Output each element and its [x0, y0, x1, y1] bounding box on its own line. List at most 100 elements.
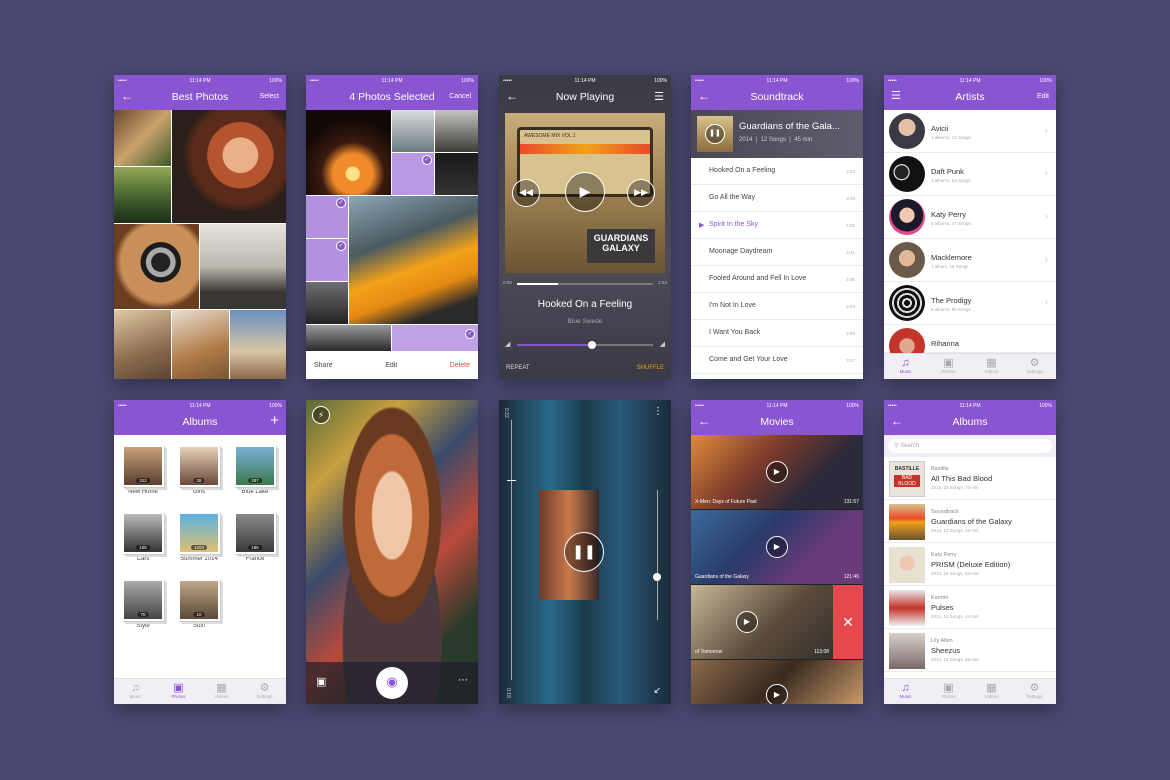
photo-selected-2[interactable]: ✓ [306, 196, 348, 238]
play-icon[interactable]: ▶ [766, 461, 788, 483]
tab-photos[interactable]: ▣ Photos [157, 679, 200, 704]
photo-building[interactable] [230, 310, 286, 379]
menu-icon[interactable]: ☰ [654, 90, 664, 103]
album-item[interactable]: 186 France [232, 512, 278, 562]
movie-row[interactable]: ▶ [691, 660, 863, 704]
song-row[interactable]: Come and Get Your Love 3:27 [691, 347, 863, 374]
artist-row[interactable]: Avicii 1 albums, 12 Songs › [884, 110, 1056, 153]
album-row[interactable]: BASTILLE BAD BLOOD Bastille All This Bad … [884, 457, 1056, 500]
tab-videos[interactable]: ▦ Videos [970, 354, 1013, 379]
tab-music[interactable]: ♫ Music [884, 354, 927, 379]
tab-settings[interactable]: ⚙ Settings [1013, 679, 1056, 704]
shutter-button[interactable]: ◉ [376, 667, 408, 699]
album-row[interactable]: Karmin Pulses 2014, 12 Songs, 44 min [884, 586, 1056, 629]
album-row[interactable]: Katy Perry PRISM (Deluxe Edition) 2013, … [884, 543, 1056, 586]
song-row[interactable]: Go All the Way 3:25 [691, 185, 863, 212]
tab-videos[interactable]: ▦ Videos [970, 679, 1013, 704]
album-item[interactable]: 28 Girls [176, 445, 222, 495]
tab-photos[interactable]: ▣ Photos [927, 679, 970, 704]
delete-button[interactable]: Delete [450, 362, 470, 369]
shuffle-button[interactable]: SHUFFLE [637, 365, 664, 371]
play-icon[interactable]: ▶ [766, 684, 788, 704]
tab-photos[interactable]: ▣ Photos [927, 354, 970, 379]
tab-music[interactable]: ♫ Music [114, 679, 157, 704]
tab-settings[interactable]: ⚙ Settings [243, 679, 286, 704]
movie-row[interactable]: ▶ Guardians of the Galaxy 121:46 [691, 510, 863, 584]
repeat-button[interactable]: REPEAT [506, 365, 530, 371]
photo-camera-small[interactable] [435, 110, 478, 152]
share-button[interactable]: Share [314, 362, 333, 369]
photo-van[interactable] [392, 110, 434, 152]
play-icon[interactable]: ▶ [766, 536, 788, 558]
search-input[interactable]: ⚲ Search [888, 439, 1052, 453]
album-row[interactable]: Soundtrack Guardians of the Galaxy 2014,… [884, 500, 1056, 543]
song-row[interactable]: Hooked On a Feeling 2:53 [691, 158, 863, 185]
brightness-track[interactable] [511, 420, 512, 680]
play-button[interactable]: ▶ [565, 172, 605, 212]
camera-viewfinder-woman[interactable] [306, 400, 478, 704]
volume-track[interactable] [657, 490, 658, 620]
collapse-icon[interactable]: ↙ [653, 685, 661, 696]
artist-row[interactable]: Daft Punk 4 albums, 54 Songs › [884, 153, 1056, 196]
rewind-button[interactable]: ◀◀ [512, 179, 540, 207]
volume-knob[interactable] [653, 573, 661, 581]
tab-settings[interactable]: ⚙ Settings [1013, 354, 1056, 379]
album-item[interactable]: 70 Style [120, 579, 166, 629]
photo-car-white[interactable] [306, 325, 391, 351]
play-icon[interactable]: ▶ [736, 611, 758, 633]
photo-camera[interactable] [114, 224, 199, 309]
song-duration: 3:25 [846, 196, 855, 201]
song-row[interactable]: Moonage Daydream 4:41 [691, 239, 863, 266]
photo-selected-1[interactable]: ✓ [392, 153, 434, 195]
photo-forest-path[interactable] [114, 167, 171, 223]
photo-portrait-woman[interactable] [172, 110, 286, 223]
pause-icon[interactable]: ❚❚ [705, 124, 725, 144]
progress-track[interactable] [517, 283, 653, 285]
artist-row[interactable]: Rihanna [884, 325, 1056, 364]
artist-row[interactable]: Katy Perry 3 albums, 47 Songs › [884, 196, 1056, 239]
artist-row[interactable]: Macklemore 1 album, 18 Songs › [884, 239, 1056, 282]
photo-burger[interactable] [114, 110, 171, 166]
song-row-playing[interactable]: ▶ Spirit In the Sky 4:02 [691, 212, 863, 239]
gallery-icon[interactable]: ▣ [316, 675, 326, 688]
photo-man-chair[interactable] [200, 224, 286, 309]
movie-row-swiped[interactable]: ▶ of Tomorrow 113:08 ✕ [691, 585, 863, 659]
photo-selected-3[interactable]: ✓ [306, 239, 348, 281]
photo-sunset[interactable] [306, 110, 391, 195]
delete-close-icon[interactable]: ✕ [833, 585, 863, 659]
volume-knob[interactable] [587, 341, 596, 349]
album-item[interactable]: 1203 Summer 2014 [176, 512, 222, 562]
flash-icon[interactable]: ⚡ [312, 406, 330, 424]
photo-dark[interactable] [435, 153, 478, 195]
photo-orange-car[interactable] [349, 196, 478, 324]
photo-wallet[interactable] [172, 310, 229, 379]
song-row[interactable]: I Want You Back 2:59 [691, 320, 863, 347]
album-item[interactable]: 312 New Home [120, 445, 166, 495]
album-item[interactable]: 10 Stuff [176, 579, 222, 629]
photo-selected-4[interactable]: ✓ [392, 325, 478, 351]
cancel-button[interactable]: Cancel [449, 93, 471, 100]
gear-icon: ⚙ [1029, 357, 1040, 369]
more-vertical-icon[interactable]: ⋮ [653, 406, 663, 417]
artist-row[interactable]: The Prodigy 6 albums, 90 Songs › [884, 282, 1056, 325]
more-options-icon[interactable]: ⋯ [458, 675, 468, 686]
song-row[interactable]: Fooled Around and Fell In Love 4:36 [691, 266, 863, 293]
album-row[interactable]: Lily Allen Sheezus 2014, 14 Songs, 58 mi… [884, 629, 1056, 672]
edit-button[interactable]: Edit [1037, 93, 1049, 100]
add-icon[interactable]: + [270, 412, 279, 429]
brightness-knob[interactable] [507, 480, 516, 481]
volume-track[interactable] [517, 341, 653, 349]
edit-button[interactable]: Edit [385, 362, 397, 369]
song-row[interactable]: I'm Not In Love 6:03 [691, 293, 863, 320]
album-item[interactable]: 287 Blue Lake [232, 445, 278, 495]
fast-forward-button[interactable]: ▶▶ [627, 179, 655, 207]
tab-videos[interactable]: ▦ Videos [200, 679, 243, 704]
album-item[interactable]: 105 Cars [120, 512, 166, 562]
movie-row[interactable]: ▶ X-Men: Days of Future Past 131:57 [691, 435, 863, 509]
select-button[interactable]: Select [260, 93, 279, 100]
cover-subtitle: BAD BLOOD [894, 475, 920, 487]
pause-button[interactable]: ❚❚ [564, 532, 604, 572]
tab-music[interactable]: ♫ Music [884, 679, 927, 704]
photo-city[interactable] [306, 282, 348, 324]
photo-coffee[interactable] [114, 310, 171, 379]
